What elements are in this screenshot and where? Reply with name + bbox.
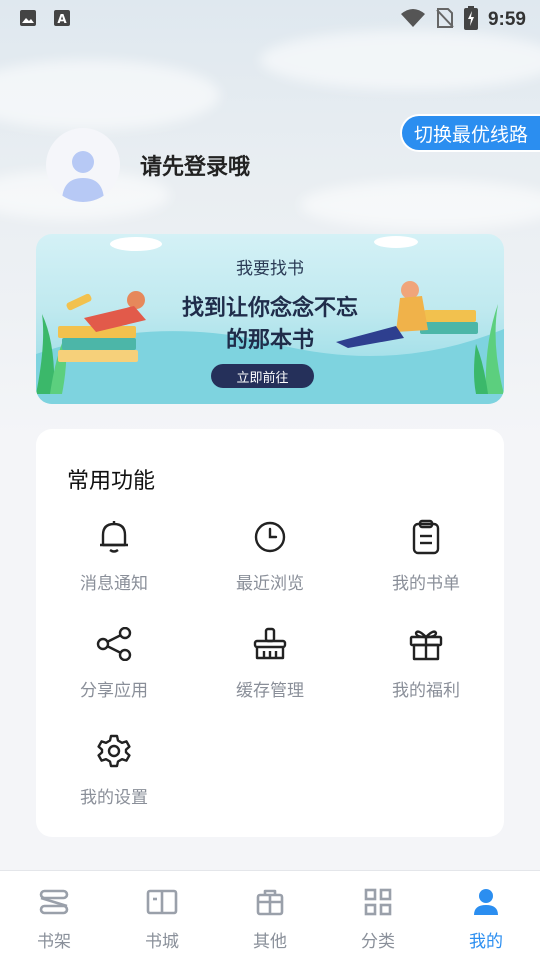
wifi-icon	[400, 8, 426, 32]
switch-route-button[interactable]: 切换最优线路	[399, 114, 540, 152]
gear-icon	[54, 731, 174, 771]
my-welfare-item[interactable]: 我的福利	[366, 624, 486, 701]
find-book-banner[interactable]: 我要找书 找到让你念念不忘 的那本书 立即前往	[36, 234, 504, 404]
clock-icon	[210, 517, 330, 557]
messages-item[interactable]: 消息通知	[54, 517, 174, 594]
battery-charging-icon	[463, 6, 478, 34]
bell-icon	[54, 517, 174, 557]
function-label: 消息通知	[80, 574, 148, 594]
login-prompt[interactable]: 请先登录哦	[140, 149, 250, 181]
tab-label: 其他	[253, 932, 287, 952]
tab-label: 分类	[361, 932, 395, 952]
function-label: 我的设置	[80, 788, 148, 808]
status-bar: A 9:59	[0, 0, 540, 36]
recent-browse-item[interactable]: 最近浏览	[210, 517, 330, 594]
function-label: 最近浏览	[236, 574, 304, 594]
my-settings-item[interactable]: 我的设置	[54, 731, 174, 808]
section-title: 常用功能	[67, 469, 156, 494]
go-now-button[interactable]: 立即前往	[211, 364, 314, 388]
share-icon	[54, 624, 174, 664]
tab-category[interactable]: 分类	[324, 871, 432, 960]
tab-bookstore[interactable]: 书城	[108, 871, 216, 960]
cache-management-item[interactable]: 缓存管理	[210, 624, 330, 701]
banner-headline-2: 的那本书	[225, 328, 314, 353]
basket-icon	[210, 624, 330, 664]
tab-mine[interactable]: 我的	[432, 871, 540, 960]
common-functions-card: 常用功能 消息通知 最近浏览 我的书单 分享应用 缓存管理 我的福利 我的设置	[36, 429, 504, 837]
person-icon	[471, 885, 501, 919]
function-label: 我的福利	[392, 681, 460, 701]
open-book-icon	[146, 885, 178, 919]
avatar[interactable]	[46, 128, 120, 202]
function-label: 我的书单	[392, 574, 460, 594]
share-app-item[interactable]: 分享应用	[54, 624, 174, 701]
tab-other[interactable]: 其他	[216, 871, 324, 960]
my-booklist-item[interactable]: 我的书单	[366, 517, 486, 594]
no-sim-icon	[436, 7, 454, 33]
banner-title: 我要找书	[236, 259, 304, 279]
text-a-icon: A	[52, 8, 72, 28]
function-label: 分享应用	[80, 681, 148, 701]
tab-bookshelf[interactable]: 书架	[0, 871, 108, 960]
banner-headline-1: 找到让你念念不忘	[181, 296, 358, 321]
tab-label: 书架	[37, 932, 71, 952]
tab-label: 书城	[145, 932, 179, 952]
tab-label: 我的	[469, 932, 503, 952]
grid-icon	[363, 885, 393, 919]
image-icon	[18, 8, 38, 28]
function-label: 缓存管理	[236, 681, 304, 701]
clock-time: 9:59	[487, 9, 526, 30]
bag-icon	[255, 885, 285, 919]
bookshelf-icon	[38, 885, 70, 919]
profile-login[interactable]: 请先登录哦	[46, 128, 250, 202]
gift-icon	[366, 624, 486, 664]
clipboard-icon	[366, 517, 486, 557]
svg-text:A: A	[57, 12, 67, 26]
bottom-tab-bar: 书架 书城 其他 分类 我的	[0, 870, 540, 960]
